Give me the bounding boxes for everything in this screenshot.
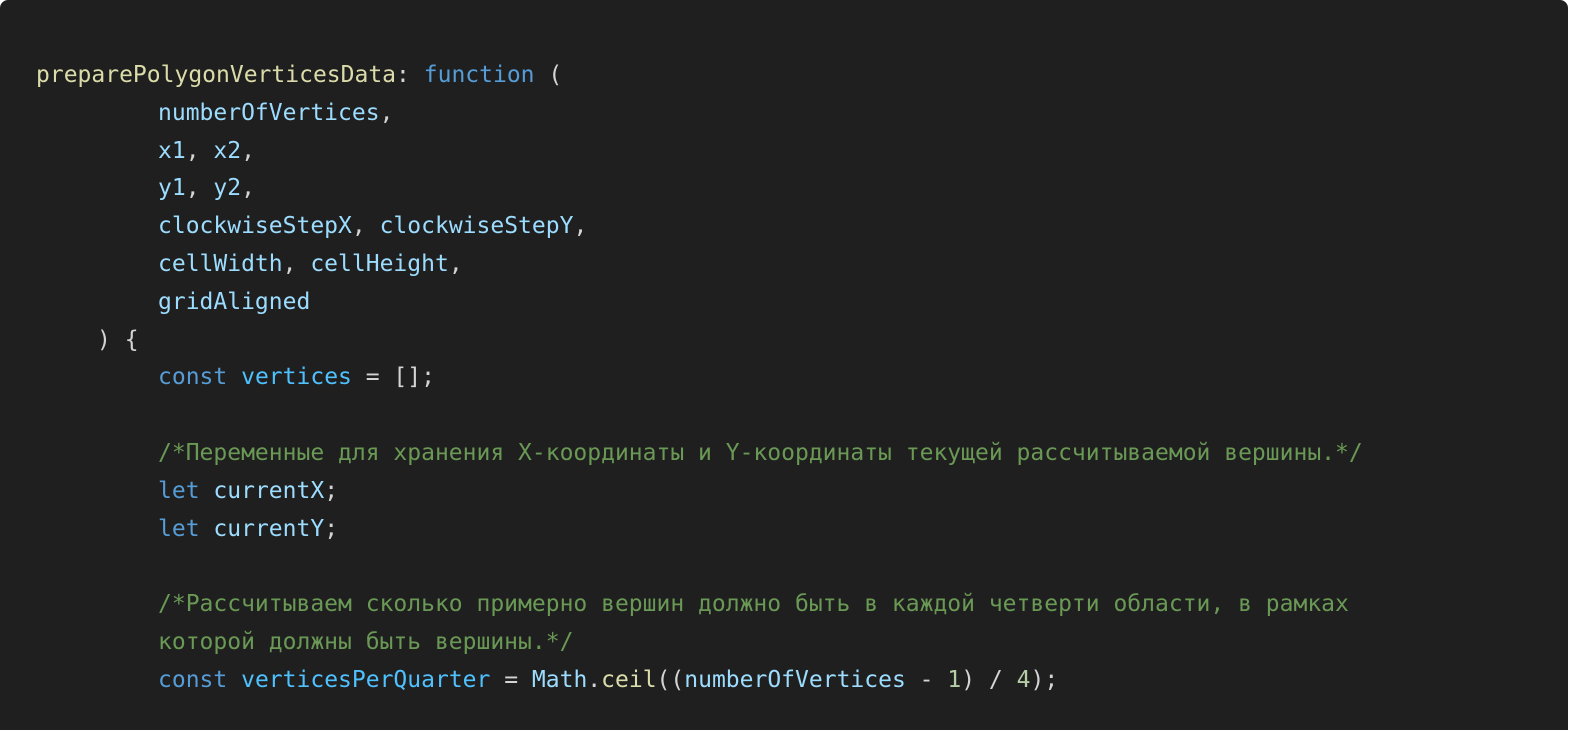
keyword-const: const: [158, 666, 228, 693]
dot: .: [587, 666, 602, 693]
keyword-let: let: [158, 477, 200, 504]
number-1: 1: [947, 666, 962, 693]
comma: ,: [448, 250, 463, 277]
comment: /*Переменные для хранения X-координаты и…: [158, 439, 1363, 466]
open-paren: (: [534, 62, 563, 88]
param-y1: y1: [158, 175, 186, 202]
operator-divide: ) /: [961, 666, 1017, 693]
comma: ,: [282, 250, 311, 277]
code-line-10-blank: [36, 397, 1568, 435]
comment: /*Рассчитываем сколько примерно вершин д…: [158, 591, 1349, 618]
close-paren-brace: ) {: [97, 326, 139, 353]
operator-minus: -: [905, 666, 948, 693]
open-parens: ((: [656, 666, 685, 693]
param-grid-aligned: gridAligned: [158, 288, 311, 315]
code-block: preparePolygonVerticesData: function (nu…: [0, 0, 1568, 730]
assign-array: = [];: [351, 364, 435, 391]
keyword-let: let: [158, 515, 200, 542]
code-line-8: ) {: [36, 322, 1568, 360]
param-cell-height: cellHeight: [310, 250, 449, 277]
comma: ,: [185, 137, 214, 164]
code-line-14-blank: [36, 548, 1568, 586]
code-line-5: clockwiseStepX, clockwiseStepY,: [36, 208, 1568, 246]
code-line-11: /*Переменные для хранения X-координаты и…: [36, 435, 1568, 473]
colon: :: [396, 62, 410, 88]
comma: ,: [379, 99, 394, 126]
code-line-3: x1, x2,: [36, 133, 1568, 171]
semicolon: ;: [324, 515, 339, 542]
param-x1: x1: [158, 137, 186, 164]
comma: ,: [185, 175, 214, 202]
var-current-x: currentX: [213, 477, 325, 504]
keyword-function: function: [423, 62, 535, 88]
param-cell-width: cellWidth: [158, 250, 283, 277]
param-clockwise-step-x: clockwiseStepX: [158, 213, 352, 240]
code-line-6: cellWidth, cellHeight,: [36, 246, 1568, 284]
method-ceil: ceil: [601, 666, 657, 693]
code-line-16: которой должны быть вершины.*/: [36, 624, 1568, 662]
code-line-1: preparePolygonVerticesData: function (: [36, 57, 1568, 95]
var-vertices: vertices: [241, 364, 352, 391]
code-line-13: let currentY;: [36, 511, 1568, 549]
code-line-2: numberOfVertices,: [36, 95, 1568, 133]
comment: которой должны быть вершины.*/: [158, 628, 574, 655]
comma: ,: [241, 137, 255, 164]
object-math: Math: [531, 666, 588, 693]
arg-number-of-vertices: numberOfVertices: [684, 666, 906, 693]
code-line-9: const vertices = [];: [36, 359, 1568, 397]
param-number-of-vertices: numberOfVertices: [158, 99, 380, 126]
function-name: preparePolygonVerticesData: [36, 62, 397, 88]
close-parens: );: [1030, 666, 1059, 693]
code-line-15: /*Рассчитываем сколько примерно вершин д…: [36, 586, 1568, 624]
assign: =: [490, 666, 532, 693]
keyword-const: const: [158, 364, 228, 391]
semicolon: ;: [324, 477, 339, 504]
var-vertices-per-quarter: verticesPerQuarter: [241, 666, 491, 693]
param-x2: x2: [213, 137, 242, 164]
comma: ,: [573, 213, 588, 240]
param-clockwise-step-y: clockwiseStepY: [379, 213, 574, 240]
number-4: 4: [1016, 666, 1031, 693]
code-line-17: const verticesPerQuarter = Math.ceil((nu…: [36, 662, 1568, 700]
comma: ,: [241, 175, 255, 202]
var-current-y: currentY: [213, 515, 325, 542]
comma: ,: [351, 213, 380, 240]
code-line-7: gridAligned: [36, 284, 1568, 322]
code-line-12: let currentX;: [36, 473, 1568, 511]
param-y2: y2: [213, 175, 242, 202]
code-line-4: y1, y2,: [36, 170, 1568, 208]
